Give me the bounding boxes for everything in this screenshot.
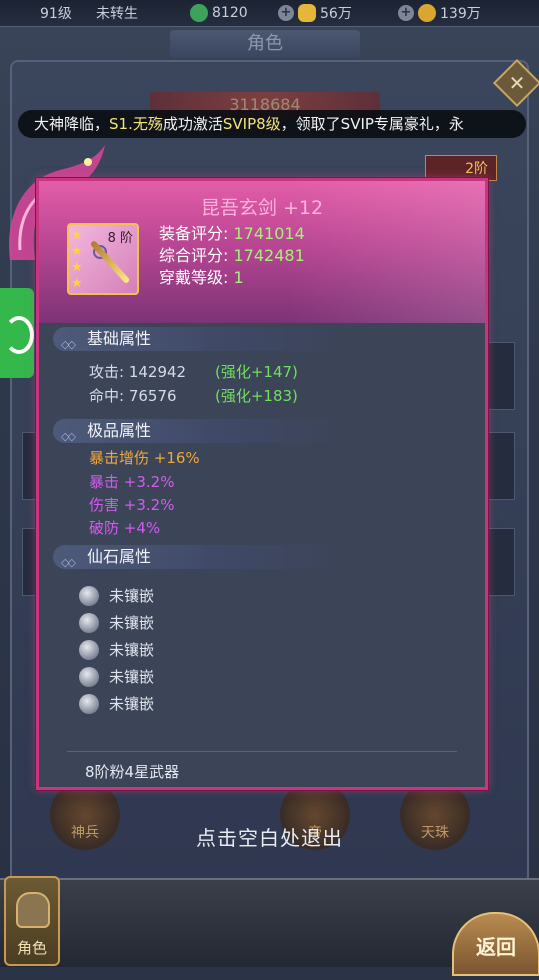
announcement-suffix: ，领取了SVIP专属豪礼，永 — [280, 115, 464, 133]
section-gem-attributes: ◇◇ 仙石属性 — [53, 545, 343, 569]
announcement-svip: SVIP8级 — [222, 115, 281, 133]
role-button[interactable]: 角色 — [4, 876, 60, 966]
top-resource-bar: 91级 未转生 8120 + 56万 + 139万 — [0, 0, 539, 27]
jade-amount: 8120 — [212, 5, 248, 21]
attr-damage: 伤害 +3.2% — [89, 496, 175, 514]
section-rare-attributes: ◇◇ 极品属性 — [53, 419, 343, 443]
system-announcement: 大神降临，S1.无殇成功激活SVIP8级，领取了SVIP专属豪礼，永 — [18, 110, 526, 138]
empty-gem-icon — [79, 585, 99, 606]
attr-attack-bonus: (强化+147) — [215, 363, 298, 381]
rebirth-text: 未转生 — [96, 6, 138, 22]
item-tooltip: 昆吾玄剑 +12 8 阶 ★ ★ ★ ★ 装备评分: 1741014 综合评分:… — [36, 178, 488, 790]
section-ornament-icon: ◇◇ — [61, 338, 76, 351]
floating-app-icon[interactable] — [0, 288, 34, 378]
role-button-label: 角色 — [16, 939, 47, 957]
item-description: 8阶粉4星武器 — [85, 763, 180, 781]
empty-gem-icon — [79, 639, 99, 660]
coin-icon — [418, 4, 436, 22]
star-icon: ★ — [71, 276, 83, 291]
star-icon: ★ — [71, 228, 83, 243]
gem-slot[interactable]: 未镶嵌 — [79, 693, 154, 714]
gem-slot[interactable]: 未镶嵌 — [79, 666, 154, 687]
gem-slot[interactable]: 未镶嵌 — [79, 639, 154, 660]
coin-amount: 139万 — [440, 6, 481, 22]
ingot-icon — [298, 4, 316, 22]
add-coin-button[interactable]: + — [398, 5, 414, 21]
gem-slot[interactable]: 未镶嵌 — [79, 612, 154, 633]
helmet-icon — [16, 892, 50, 928]
attr-crit: 暴击 +3.2% — [89, 473, 175, 491]
wear-level-row: 穿戴等级: 1 — [159, 268, 244, 287]
exit-hint[interactable]: 点击空白处退出 — [0, 822, 539, 851]
star-icon: ★ — [71, 244, 83, 259]
rebirth-status: 未转生 — [96, 3, 138, 23]
empty-gem-icon — [79, 612, 99, 633]
level-text: 91级 — [40, 6, 72, 22]
announcement-player: S1.无殇 — [109, 115, 163, 133]
total-score-row: 综合评分: 1742481 — [159, 246, 305, 265]
tooltip-header: 昆吾玄剑 +12 8 阶 ★ ★ ★ ★ 装备评分: 1741014 综合评分:… — [39, 181, 485, 323]
item-tier: 8 阶 — [107, 231, 133, 246]
jade-icon — [190, 4, 208, 22]
attr-hit: 命中: 76576 — [89, 387, 177, 405]
section-base-attributes: ◇◇ 基础属性 — [53, 327, 343, 351]
attr-crit-damage: 暴击增伤 +16% — [89, 449, 200, 467]
announcement-mid: 成功激活 — [162, 115, 223, 133]
sword-icon — [89, 239, 131, 285]
star-icon: ★ — [71, 260, 83, 275]
announcement-prefix: 大神降临， — [34, 115, 110, 133]
page-title: 角色 — [170, 30, 360, 58]
attr-hit-bonus: (强化+183) — [215, 387, 298, 405]
currency-ingot: + 56万 — [278, 3, 352, 23]
currency-jade: 8120 — [190, 4, 248, 22]
empty-gem-icon — [79, 693, 99, 714]
close-icon: ✕ — [508, 71, 526, 95]
section-ornament-icon: ◇◇ — [61, 556, 76, 569]
gem-slot[interactable]: 未镶嵌 — [79, 585, 154, 606]
player-level: 91级 — [40, 3, 72, 23]
item-scores: 装备评分: 1741014 综合评分: 1742481 穿戴等级: 1 — [159, 223, 305, 289]
footer-divider — [67, 751, 457, 752]
add-ingot-button[interactable]: + — [278, 5, 294, 21]
section-ornament-icon: ◇◇ — [61, 430, 76, 443]
attr-attack: 攻击: 142942 — [89, 363, 187, 381]
item-name: 昆吾玄剑 +12 — [200, 197, 324, 219]
equip-score-row: 装备评分: 1741014 — [159, 224, 305, 243]
attr-armor-break: 破防 +4% — [89, 519, 161, 537]
currency-coin: + 139万 — [398, 3, 481, 23]
ingot-amount: 56万 — [320, 6, 352, 22]
empty-gem-icon — [79, 666, 99, 687]
item-icon: 8 阶 ★ ★ ★ ★ — [67, 223, 139, 295]
